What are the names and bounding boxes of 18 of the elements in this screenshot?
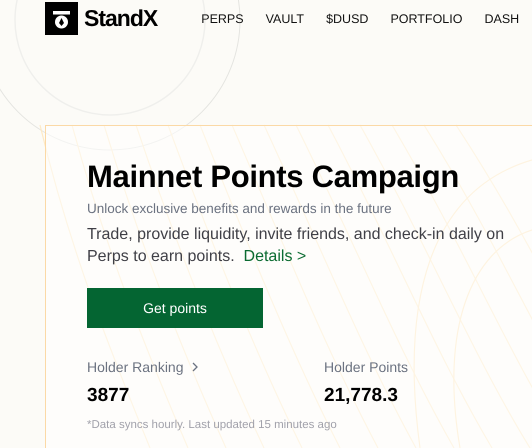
sync-footnote: *Data syncs hourly. Last updated 15 minutes ago bbox=[87, 419, 338, 431]
nav-link[interactable]: VAULT bbox=[266, 12, 304, 26]
details-link[interactable]: Details > bbox=[244, 248, 306, 265]
nav-link[interactable]: PORTFOLIO bbox=[390, 12, 462, 26]
chevron-right-icon[interactable] bbox=[192, 362, 198, 372]
campaign-subtitle: Unlock exclusive benefits and rewards in the future bbox=[87, 201, 393, 216]
logo-icon[interactable] bbox=[45, 2, 78, 35]
campaign-title: Mainnet Points Campaign bbox=[87, 159, 460, 195]
nav-link[interactable]: PERPS bbox=[201, 12, 244, 26]
nav-link[interactable]: $DUSD bbox=[326, 12, 368, 26]
get-points-button[interactable]: Get points bbox=[87, 288, 263, 328]
stat-label: Holder Points bbox=[324, 359, 408, 375]
stat-label: Holder Ranking bbox=[87, 359, 184, 375]
nav-link[interactable]: DASH bbox=[484, 12, 520, 26]
stat-value: 3877 bbox=[87, 385, 130, 407]
campaign-description: Trade, provide liquidity, invite friends, and check-in daily on Perps to earn points. Details > bbox=[87, 225, 506, 267]
stat-value: 21,778.3 bbox=[324, 385, 399, 407]
brand-name[interactable]: StandX bbox=[84, 5, 158, 32]
